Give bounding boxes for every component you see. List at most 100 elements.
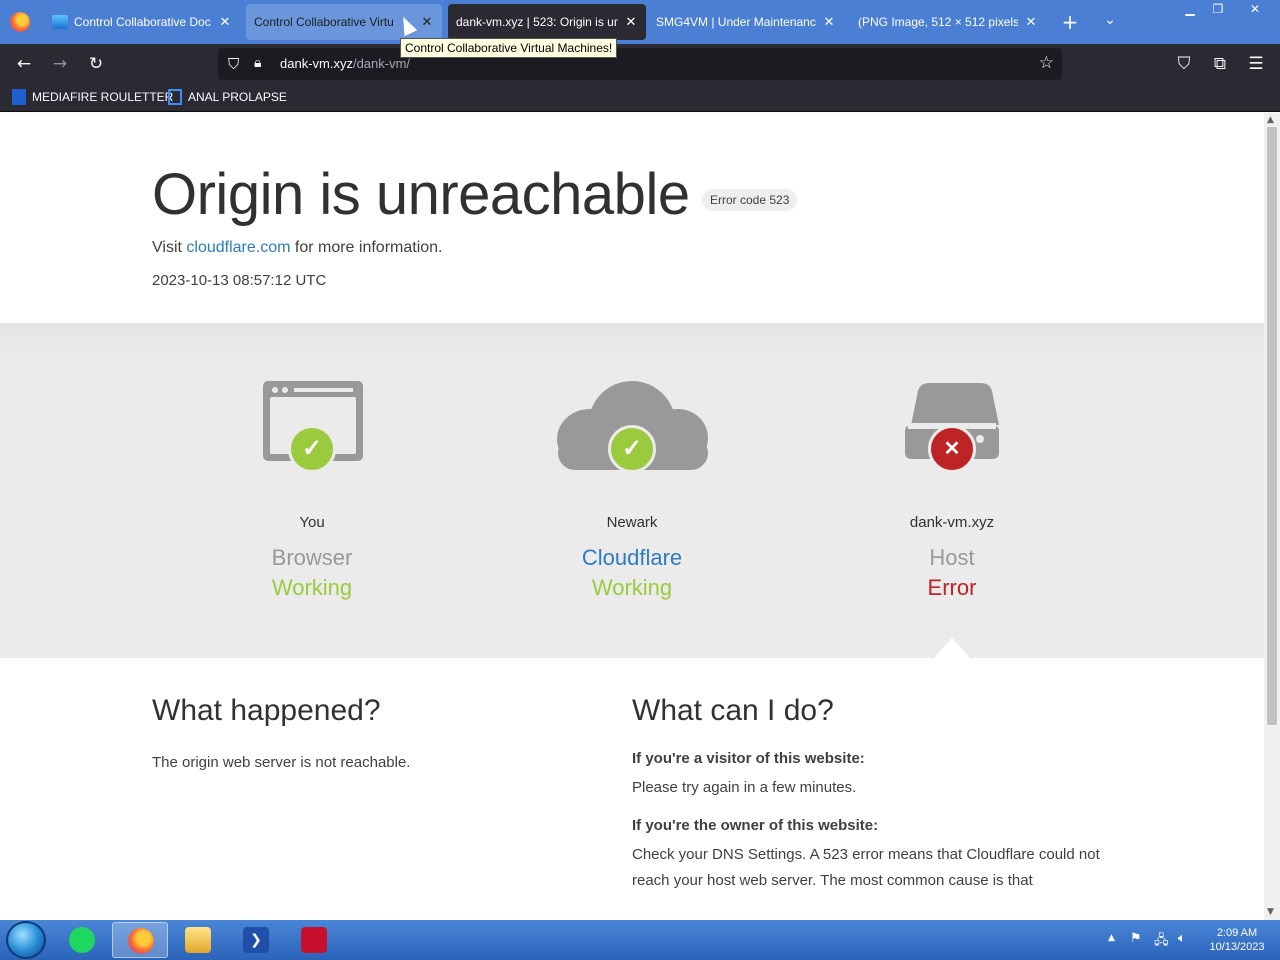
action-center-flag-icon[interactable]: ⚑	[1130, 931, 1142, 946]
lock-icon[interactable]: 🔒︎	[254, 55, 261, 71]
owner-heading: If you're the owner of this website:	[632, 817, 879, 834]
network-icon[interactable]: 🖧︎	[1154, 931, 1169, 953]
what-happened-column: What happened? The origin web server is …	[152, 694, 622, 776]
url-text[interactable]: dank-vm.xyz/dank-vm/	[280, 56, 410, 71]
tab-title: (PNG Image, 512 × 512 pixels)	[858, 15, 1018, 29]
error-pointer-triangle	[934, 638, 970, 658]
address-bar[interactable]: ⛉ 🔒︎ dank-vm.xyz/dank-vm/ ☆	[218, 48, 1062, 80]
visitor-heading: If you're a visitor of this website:	[632, 750, 865, 767]
tab-title: Control Collaborative Doc	[74, 15, 211, 29]
x-error-icon: ✕	[928, 425, 976, 473]
taskbar-powershell[interactable]: ❯	[228, 922, 284, 958]
browser-window-icon: ✓	[202, 381, 422, 491]
node-browser: ✓ You Browser Working	[202, 381, 422, 601]
close-window-icon[interactable]: ✕	[1238, 0, 1272, 18]
visitor-text: Please try again in a few minutes.	[632, 779, 857, 796]
minimize-window-icon[interactable]: ▁	[1176, 0, 1204, 18]
bookmark-anal-prolapse[interactable]: ANAL PROLAPSE	[168, 89, 287, 105]
what-can-i-do-heading: What can I do?	[632, 694, 834, 727]
node-location: You	[299, 514, 325, 531]
spotify-icon	[69, 927, 95, 953]
taskbar-file-explorer[interactable]	[170, 922, 226, 958]
firefox-icon	[128, 928, 154, 954]
scroll-up-arrow-icon[interactable]: ▲	[1267, 115, 1274, 125]
firefox-view-icon[interactable]	[10, 12, 30, 32]
taskbar-spotify[interactable]	[54, 922, 110, 958]
clock-time: 2:09 AM	[1216, 927, 1258, 939]
error-header: Origin is unreachable Error code 523 Vis…	[0, 113, 1264, 323]
new-tab-plus-icon[interactable]: +	[1058, 10, 1082, 34]
show-hidden-icons-arrow-icon[interactable]: ▲	[1108, 933, 1115, 943]
node-name: Host	[929, 545, 975, 570]
close-icon[interactable]: ✕	[218, 15, 232, 30]
bookmark-star-icon[interactable]: ☆	[1039, 53, 1054, 73]
node-status: Working	[271, 575, 353, 600]
tab-title: dank-vm.xyz | 523: Origin is un	[456, 15, 618, 29]
taskbar-game[interactable]	[286, 922, 342, 958]
bookmark-label: MEDIAFIRE ROULETTER	[32, 90, 174, 104]
forward-arrow-icon[interactable]: →	[48, 52, 72, 76]
tab-smg4vm[interactable]: SMG4VM | Under Maintenance ✕	[648, 4, 844, 40]
what-happened-text: The origin web server is not reachable.	[152, 754, 411, 771]
node-location: dank-vm.xyz	[909, 514, 995, 531]
tab-control-collaborative-doc[interactable]: Control Collaborative Doc ✕	[44, 4, 240, 40]
server-icon: ✕	[842, 381, 1062, 491]
back-arrow-icon[interactable]: ←	[12, 52, 36, 76]
check-icon: ✓	[608, 425, 656, 473]
mediafire-icon	[12, 89, 26, 105]
status-diagram: ✓ You Browser Working ✓ Newark Cloudflar…	[0, 323, 1264, 658]
what-happened-heading: What happened?	[152, 694, 381, 727]
node-status: Working	[591, 575, 673, 600]
close-icon[interactable]: ✕	[624, 15, 638, 30]
visit-suffix: for more information.	[290, 239, 443, 256]
page-title: Origin is unreachable	[152, 162, 690, 227]
bookmark-site-icon	[168, 89, 182, 105]
check-icon: ✓	[288, 425, 336, 473]
hamburger-menu-icon[interactable]: ☰	[1244, 52, 1268, 76]
page-viewport: Origin is unreachable Error code 523 Vis…	[0, 113, 1264, 920]
monitor-icon	[52, 15, 68, 29]
tab-title: SMG4VM | Under Maintenance	[656, 15, 816, 29]
node-location: Newark	[606, 514, 658, 531]
tab-tooltip: Control Collaborative Virtual Machines!	[400, 38, 618, 58]
url-path: /dank-vm/	[352, 56, 411, 71]
node-name-link[interactable]: Cloudflare	[522, 545, 742, 571]
tracking-protection-shield-icon[interactable]: ⛉	[228, 55, 239, 73]
taskbar-firefox[interactable]	[112, 922, 168, 958]
bookmark-mediafire-rouletter[interactable]: MEDIAFIRE ROULETTER	[12, 89, 173, 105]
vertical-scrollbar[interactable]: ▲ ▼	[1264, 113, 1280, 920]
visit-prefix: Visit	[152, 239, 187, 256]
maximize-window-icon[interactable]: ❐	[1204, 0, 1232, 18]
pocket-icon[interactable]: ⛉	[1172, 52, 1196, 76]
cloud-icon: ✓	[522, 381, 742, 491]
extensions-puzzle-icon[interactable]: ⧉	[1208, 52, 1232, 76]
taskbar: ❯ ▲ ⚑ 🖧︎ 🔈︎ 2:09 AM 10/13/2023	[0, 920, 1280, 960]
tab-dank-vm-active[interactable]: dank-vm.xyz | 523: Origin is un ✕	[448, 4, 646, 40]
what-can-i-do-column: What can I do? If you're a visitor of th…	[632, 694, 1102, 894]
reload-icon[interactable]: ↻	[84, 52, 108, 76]
cloudflare-link[interactable]: cloudflare.com	[186, 239, 290, 256]
powershell-icon: ❯	[243, 927, 269, 953]
volume-icon[interactable]: 🔈︎	[1178, 931, 1186, 946]
clock-date: 10/13/2023	[1209, 941, 1265, 953]
url-host: dank-vm.xyz	[280, 56, 353, 71]
node-name: Browser	[271, 545, 353, 570]
scroll-thumb[interactable]	[1267, 127, 1277, 725]
owner-text: Check your DNS Settings. A 523 error mea…	[632, 846, 1100, 889]
close-icon[interactable]: ✕	[822, 15, 836, 30]
tab-png-image[interactable]: (PNG Image, 512 × 512 pixels) ✕	[850, 4, 1046, 40]
folder-icon	[185, 927, 211, 953]
info-section: What happened? The origin web server is …	[0, 658, 1264, 920]
system-clock[interactable]: 2:09 AM 10/13/2023	[1204, 926, 1270, 954]
close-icon[interactable]: ✕	[1024, 15, 1038, 30]
navigation-toolbar: ← → ↻ ⛉ 🔒︎ dank-vm.xyz/dank-vm/ ☆ ⛉ ⧉ ☰	[0, 44, 1280, 84]
node-status: Error	[927, 575, 977, 600]
list-all-tabs-chevron-icon[interactable]: ⌄	[1098, 12, 1122, 28]
visit-line: Visit cloudflare.com for more informatio…	[152, 239, 443, 257]
bookmarks-toolbar: MEDIAFIRE ROULETTER ANAL PROLAPSE	[0, 84, 1280, 112]
tab-bar: Control Collaborative Doc ✕ Control Coll…	[0, 0, 1280, 44]
scroll-down-arrow-icon[interactable]: ▼	[1267, 907, 1274, 917]
start-orb-icon[interactable]	[6, 921, 46, 959]
timestamp: 2023-10-13 08:57:12 UTC	[152, 272, 327, 289]
close-icon[interactable]: ✕	[420, 15, 434, 30]
